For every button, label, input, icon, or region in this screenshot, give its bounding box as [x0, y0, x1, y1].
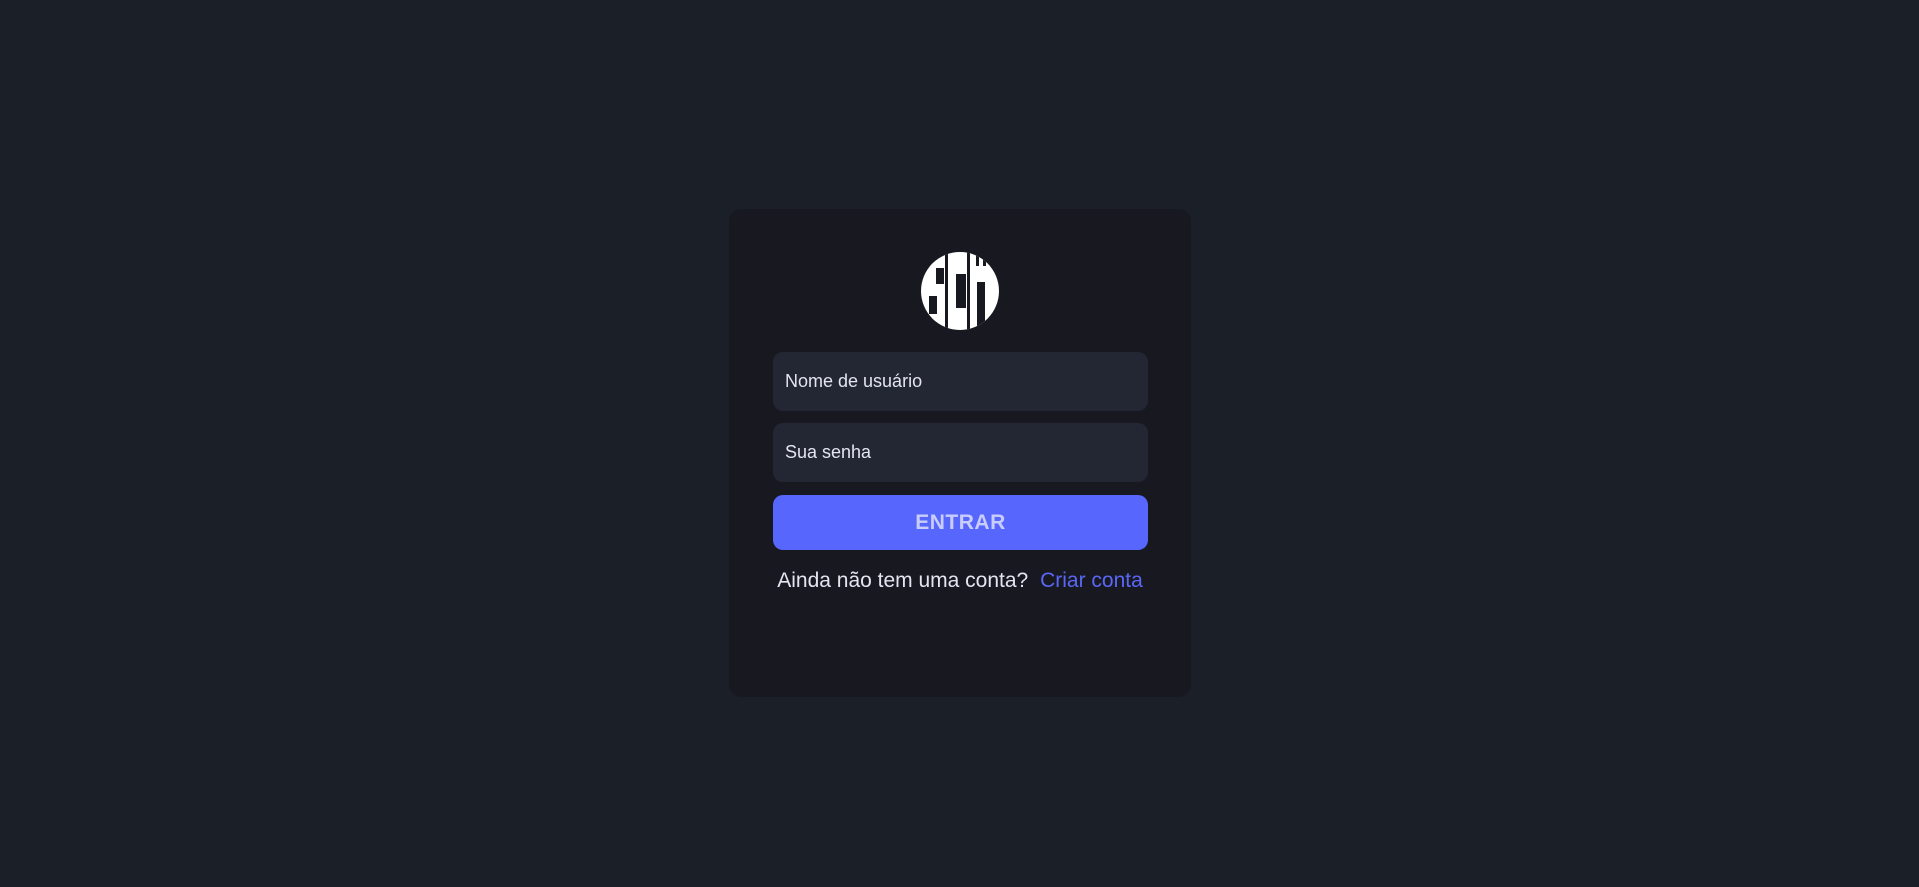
username-input[interactable]: [773, 352, 1148, 411]
scm-logo-icon: [921, 252, 999, 330]
signup-prompt-text: Ainda não tem uma conta?: [777, 569, 1029, 592]
signup-prompt: Ainda não tem uma conta? Criar conta: [729, 569, 1191, 593]
password-input[interactable]: [773, 423, 1148, 482]
login-card: ENTRAR Ainda não tem uma conta? Criar co…: [729, 209, 1191, 697]
create-account-link[interactable]: Criar conta: [1040, 569, 1143, 592]
login-button[interactable]: ENTRAR: [773, 495, 1148, 550]
scm-logo: [921, 252, 999, 330]
